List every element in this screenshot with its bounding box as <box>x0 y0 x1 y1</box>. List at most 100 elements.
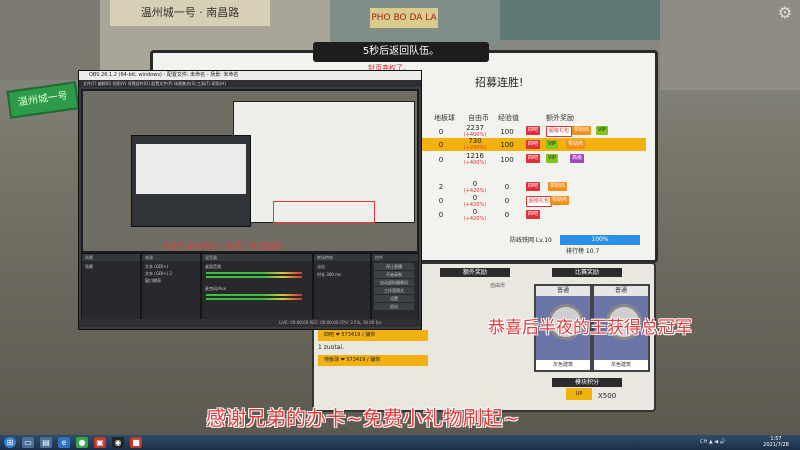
card-name: 灰色建筑 <box>594 360 648 370</box>
header-exp: 经验值 <box>498 114 519 122</box>
row-exp: 100 <box>500 128 514 136</box>
dock-title: 转场特效 <box>314 254 370 261</box>
badge-vip: VIP <box>596 126 608 135</box>
header-coin: 自由币 <box>468 114 489 122</box>
obs-menu-bar[interactable]: 文件(F) 编辑(E) 视图(V) 停靠部件(D) 配置文件(P) 场景集合(S… <box>79 80 421 87</box>
victory-title: 招募连胜! <box>475 76 524 89</box>
virtual-cam-button[interactable]: 启动虚拟摄像机 <box>374 279 414 286</box>
taskbar: ⊞ ▭ ▤ e ● ▣ ◉ ■ CH ▲ ◀ 🔊 1:57 2021/7/28 <box>0 435 800 450</box>
card-rarity: 普通 <box>594 286 648 296</box>
badge-red: 四吧 <box>526 210 541 219</box>
street-sign: 温州城一号 <box>6 81 80 119</box>
dock-title: 场景 <box>82 254 140 261</box>
controls-dock: 控件 停止直播 开始录制 启动虚拟摄像机 工作室模式 设置 退出 <box>371 253 419 327</box>
obs-title-bar[interactable]: OBS 26.1.2 (64-bit, windows) - 配置文件: 未命名… <box>79 71 421 80</box>
mixer-dock: 混音器 桌面音频 麦克风/Aux <box>201 253 313 327</box>
audio-meter <box>206 272 302 274</box>
progress-text: 100% <box>591 236 609 243</box>
badge-red: 四吧 <box>526 140 541 149</box>
badge-white: 超级礼包 <box>546 126 573 137</box>
obs-preview-screen: 感谢兄弟的办卡~免费小礼物刷起~ <box>83 91 417 251</box>
settings-button[interactable]: 设置 <box>374 295 414 302</box>
row-coin: 2237 (+400%) <box>463 124 487 138</box>
row-ball: 0 <box>438 197 444 205</box>
level-label: 防线铁网 Lv.10 <box>510 237 552 244</box>
start-orb-icon[interactable]: ⊞ <box>4 437 16 448</box>
row-coin: 0 (+420%) <box>463 194 487 208</box>
row-exp: 100 <box>500 156 514 164</box>
extra-reward-title: 额外奖励 <box>440 268 510 277</box>
badge-red: 四吧 <box>526 182 541 191</box>
row-exp: 0 <box>504 197 510 205</box>
media-icon[interactable]: ▤ <box>40 437 52 448</box>
source-item[interactable]: 窗口捕获 <box>145 278 161 284</box>
mixer-channel: 麦克风/Aux <box>205 286 226 291</box>
transition-select[interactable]: 淡出 <box>317 264 325 270</box>
dock-title: 混音器 <box>202 254 312 261</box>
progress-bar: 100% <box>560 235 640 245</box>
taskbar-clock[interactable]: 1:57 2021/7/28 <box>756 436 796 449</box>
obs-preview-area: 感谢兄弟的办卡~免费小礼物刷起~ 场景 场景 来源 文本 (GDI+) 文本 (… <box>81 89 419 327</box>
source-item[interactable]: 文本 (GDI+) 2 <box>145 271 172 277</box>
sources-dock: 来源 文本 (GDI+) 文本 (GDI+) 2 窗口捕获 <box>141 253 201 327</box>
audio-meter <box>206 294 302 296</box>
badge-orange: 赞助商 <box>548 182 568 191</box>
badge-red: 四吧 <box>526 126 541 135</box>
points-value: X500 <box>598 392 617 400</box>
source-item[interactable]: 文本 (GDI+) <box>145 264 168 270</box>
badge-orange: 赞助商 <box>550 196 570 205</box>
building <box>500 0 660 40</box>
browser-icon[interactable]: e <box>58 437 70 448</box>
studio-mode-button[interactable]: 工作室模式 <box>374 287 414 294</box>
match-reward-title: 比赛奖励 <box>552 268 622 277</box>
row-coin: 730 (+200%) <box>463 137 487 151</box>
header-ball: 地板球 <box>434 114 455 122</box>
preview-caption: 感谢兄弟的办卡~免费小礼物刷起~ <box>163 242 289 251</box>
obs-icon[interactable]: ◉ <box>112 437 124 448</box>
row-ball: 0 <box>438 128 444 136</box>
badge-purple: 高级 <box>570 154 585 163</box>
row-exp: 100 <box>500 141 514 149</box>
gear-icon[interactable]: ⚙ <box>776 4 794 22</box>
transition-duration[interactable]: 时长 300 ms <box>317 272 341 278</box>
obs-window[interactable]: OBS 26.1.2 (64-bit, windows) - 配置文件: 未命名… <box>78 70 422 330</box>
badge-vip: VIP <box>546 140 558 149</box>
scene-item[interactable]: 场景 <box>85 264 93 270</box>
stop-stream-button[interactable]: 停止直播 <box>374 263 414 270</box>
row-coin: 0 (+420%) <box>463 180 487 194</box>
dock-title: 控件 <box>372 254 418 261</box>
card-name: 灰色建筑 <box>536 360 590 370</box>
system-tray[interactable]: CH ▲ ◀ 🔊 <box>700 437 750 448</box>
rank-label: 排行榜 10.7 <box>566 248 600 255</box>
mixer-channel: 桌面音频 <box>205 264 221 269</box>
row-ball: 2 <box>438 183 444 191</box>
shop-sign: 温州城一号 · 南昌路 <box>110 0 270 26</box>
badge-white: 超级礼包 <box>526 196 553 207</box>
thanks-overlay: 感谢兄弟的办卡~免费小礼物刷起~ <box>206 406 520 430</box>
header-bonus: 额外奖励 <box>546 114 574 122</box>
selection-rect[interactable] <box>273 201 375 223</box>
row-ball: 0 <box>438 156 444 164</box>
audio-meter <box>206 298 302 300</box>
nested-obs-window <box>131 135 251 227</box>
player-bar: 地板球 ❤ 573419 / 骗你 <box>318 355 428 366</box>
app2-icon[interactable]: ▣ <box>94 437 106 448</box>
free-coin-label: 自由币 <box>490 283 506 289</box>
points-title: 模块积分 <box>552 378 622 387</box>
exit-button[interactable]: 退出 <box>374 303 414 310</box>
transitions-dock: 转场特效 淡出 时长 300 ms <box>313 253 371 327</box>
app-icon[interactable]: ● <box>76 437 88 448</box>
player-bar: 四吧 ❤ 573419 / 骗你 <box>318 330 428 341</box>
dock-title: 来源 <box>142 254 200 261</box>
countdown-banner: 5秒后返回队伍。 <box>313 42 489 62</box>
row-ball: 0 <box>438 141 444 149</box>
badge-vip: VIP <box>546 154 558 163</box>
app3-icon[interactable]: ■ <box>130 437 142 448</box>
points-badge-icon: UP <box>566 388 592 400</box>
row-exp: 0 <box>504 183 510 191</box>
scenes-dock: 场景 场景 <box>81 253 141 327</box>
congrats-overlay: 恭喜后半夜的王获得总冠军 <box>488 318 692 338</box>
start-record-button[interactable]: 开始录制 <box>374 271 414 278</box>
explorer-icon[interactable]: ▭ <box>22 437 34 448</box>
row-coin: 1216 (+400%) <box>463 152 487 166</box>
